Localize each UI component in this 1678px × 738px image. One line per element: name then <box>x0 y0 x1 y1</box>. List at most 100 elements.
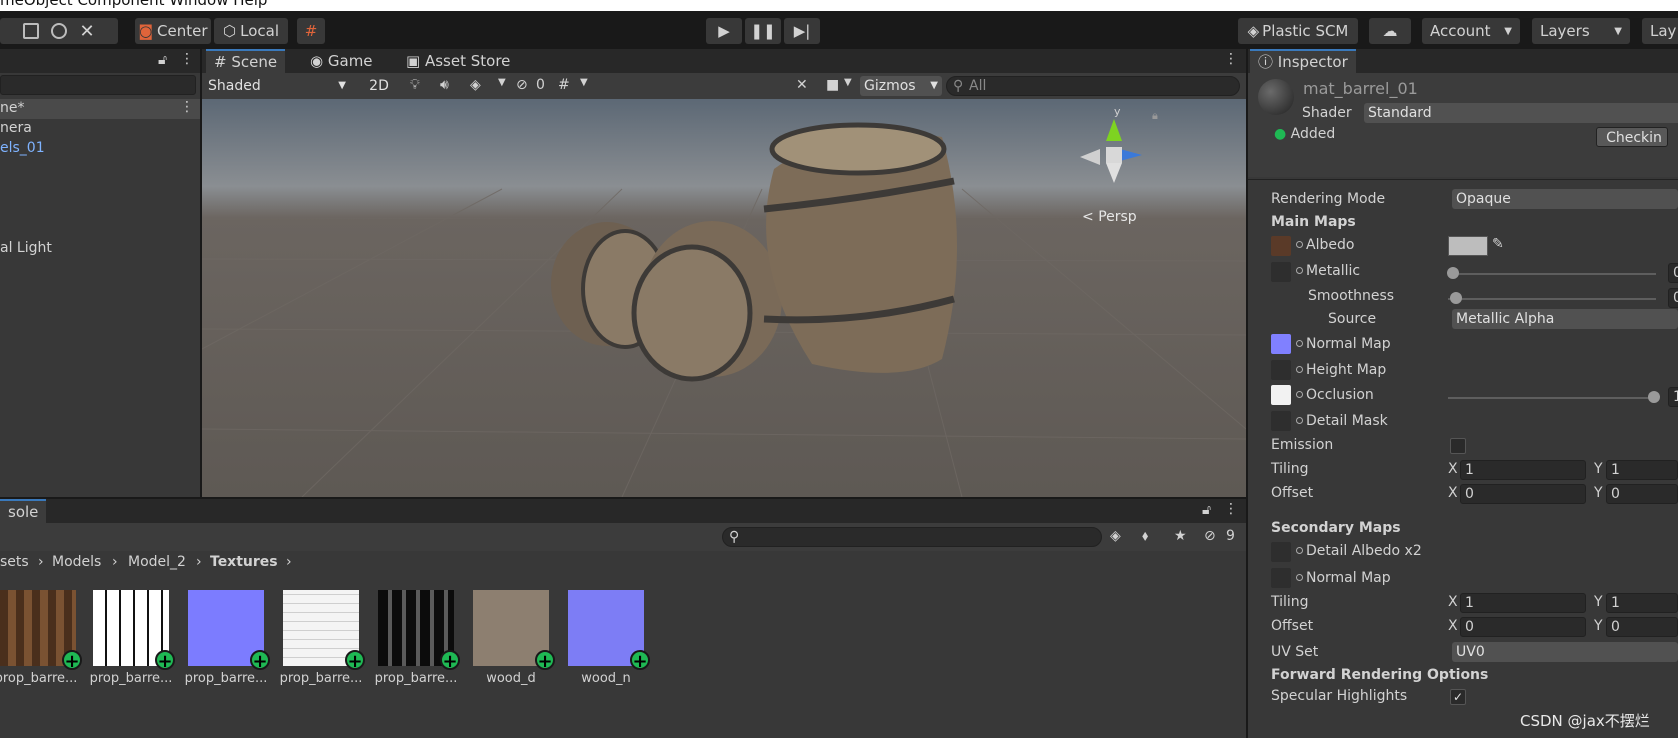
source-dropdown[interactable]: Metallic Alpha <box>1452 309 1678 329</box>
detail-albedo-slot[interactable] <box>1271 542 1291 562</box>
star-icon[interactable]: ★ <box>1174 528 1187 544</box>
chevron-down-icon[interactable]: ▼ <box>498 77 506 88</box>
more-icon[interactable]: ⋮ <box>180 51 194 67</box>
shader-dropdown[interactable]: Standard <box>1364 103 1678 123</box>
layers-dropdown[interactable]: Layers ▼ <box>1532 18 1630 44</box>
hierarchy-item[interactable]: els_01 <box>0 140 45 156</box>
projection-label[interactable]: < Persp <box>1082 209 1137 225</box>
scene-menu-icon[interactable]: ⋮ <box>180 99 194 115</box>
smoothness-slider[interactable] <box>1448 298 1656 300</box>
tab-inspector[interactable]: ⓘ Inspector <box>1250 49 1356 73</box>
specular-highlights-checkbox[interactable]: ✓ <box>1450 689 1466 705</box>
metallic-texture-slot[interactable] <box>1271 262 1291 282</box>
asset-thumbnail[interactable]: + <box>378 590 460 671</box>
chevron-down-icon[interactable]: ▼ <box>844 77 852 88</box>
tab-scene[interactable]: # Scene <box>206 49 286 73</box>
height-map-slot[interactable] <box>1271 360 1291 380</box>
chevron-down-icon[interactable]: ▼ <box>580 77 588 88</box>
pause-button[interactable]: ❚❚ <box>745 18 781 44</box>
occlusion-slot[interactable] <box>1271 385 1291 405</box>
breadcrumb-item[interactable]: Model_2 <box>128 554 186 570</box>
label-icon[interactable]: ⬧ <box>1142 528 1148 544</box>
custom-tool-icon[interactable]: ✕ <box>79 21 94 42</box>
eyedropper-icon[interactable]: ✎ <box>1492 236 1504 252</box>
main-offset-y[interactable]: 0 <box>1606 484 1678 504</box>
lock-icon[interactable]: 🔒︎ <box>1152 109 1158 123</box>
pivot-local-button[interactable]: ⬡ Local <box>214 18 288 44</box>
rendering-mode-dropdown[interactable]: Opaque <box>1452 189 1678 209</box>
more-icon[interactable]: ⋮ <box>1224 51 1238 67</box>
secondary-tiling-x[interactable]: 1 <box>1460 593 1586 613</box>
more-icon[interactable]: ⋮ <box>1224 501 1238 517</box>
normal-map-slot[interactable] <box>1271 334 1291 354</box>
shading-mode-dropdown[interactable]: Shaded ▼ <box>204 76 352 96</box>
emission-checkbox[interactable] <box>1450 438 1466 454</box>
cloud-button[interactable]: ☁ <box>1369 18 1411 44</box>
tab-console[interactable]: sole <box>0 499 47 523</box>
smoothness-slider-knob[interactable] <box>1450 292 1462 304</box>
asset-thumbnail[interactable]: + <box>283 590 365 671</box>
tools-icon[interactable]: ✕ <box>796 77 808 93</box>
grid-icon[interactable]: # <box>558 77 570 93</box>
asset-thumbnail[interactable]: + <box>568 590 650 671</box>
breadcrumb-current[interactable]: Textures <box>210 554 278 570</box>
filter-type-icon[interactable]: ◈ <box>1110 528 1121 544</box>
tab-game[interactable]: ◉ Game <box>302 49 381 73</box>
project-search-input[interactable]: ⚲ <box>722 527 1102 547</box>
tab-asset-store[interactable]: ▣ Asset Store <box>398 49 518 73</box>
asset-thumbnail[interactable]: + <box>93 590 175 671</box>
detail-mask-slot[interactable] <box>1271 411 1291 431</box>
hierarchy-item[interactable]: al Light <box>0 240 52 256</box>
metallic-slider-knob[interactable] <box>1447 267 1459 279</box>
transform-tool-icon[interactable] <box>51 23 68 39</box>
menu-bar-text[interactable]: meObject Component Window Help <box>0 0 267 9</box>
lock-icon[interactable]: 🔓︎ <box>1202 502 1211 518</box>
albedo-texture-slot[interactable] <box>1271 236 1291 256</box>
account-dropdown[interactable]: Account ▼ <box>1422 18 1520 44</box>
albedo-color-field[interactable] <box>1448 236 1488 256</box>
camera-icon[interactable]: ■ <box>826 77 839 93</box>
metallic-slider[interactable] <box>1448 273 1656 275</box>
main-offset-x[interactable]: 0 <box>1460 484 1586 504</box>
asset-thumbnail[interactable]: + <box>188 590 270 671</box>
main-tiling-y[interactable]: 1 <box>1606 460 1678 480</box>
asset-thumbnail[interactable]: + <box>473 590 555 671</box>
hierarchy-item[interactable]: nera <box>0 120 32 136</box>
effects-icon[interactable]: ◈ <box>470 77 481 93</box>
orientation-gizmo[interactable] <box>1080 119 1142 183</box>
chevron-left-icon: < <box>1082 209 1094 225</box>
lock-icon[interactable]: 🔓︎ <box>158 52 167 68</box>
layout-dropdown[interactable]: Lay <box>1642 18 1678 44</box>
secondary-normal-map-slot[interactable] <box>1271 568 1291 588</box>
occlusion-slider-knob[interactable] <box>1648 391 1660 403</box>
secondary-offset-y[interactable]: 0 <box>1606 617 1678 637</box>
step-button[interactable]: ▶| <box>784 18 820 44</box>
hierarchy-search-input[interactable] <box>0 75 196 95</box>
grid-snap-button[interactable]: # <box>297 18 325 44</box>
uv-set-dropdown[interactable]: UV0 <box>1452 642 1678 662</box>
asset-thumbnail[interactable]: + <box>0 590 82 671</box>
secondary-tiling-y[interactable]: 1 <box>1606 593 1678 613</box>
pivot-center-button[interactable]: ◙ Center <box>135 18 211 44</box>
scene-search-input[interactable]: ⚲ All <box>946 76 1240 96</box>
occlusion-slider[interactable] <box>1448 397 1656 399</box>
scene-header[interactable]: ne* ⋮ <box>0 99 200 119</box>
rect-tool-icon[interactable] <box>23 23 40 39</box>
lighting-icon[interactable]: 💡︎ <box>410 77 420 93</box>
breadcrumb-item[interactable]: sets <box>0 554 29 570</box>
breadcrumb-item[interactable]: Models <box>52 554 101 570</box>
play-button[interactable]: ▶ <box>706 18 742 44</box>
audio-icon[interactable]: 🔊︎ <box>440 77 449 93</box>
gizmos-dropdown[interactable]: Gizmos ▼ <box>860 76 942 96</box>
hidden-objects-icon[interactable]: ⊘ <box>516 77 528 93</box>
metallic-value[interactable]: 0 <box>1668 263 1678 283</box>
2d-toggle[interactable]: 2D <box>362 76 392 96</box>
smoothness-value[interactable]: 0 <box>1668 288 1678 308</box>
plastic-scm-button[interactable]: ◈ Plastic SCM <box>1238 18 1358 44</box>
main-tiling-x[interactable]: 1 <box>1460 460 1586 480</box>
secondary-offset-x[interactable]: 0 <box>1460 617 1586 637</box>
occlusion-value[interactable]: 1 <box>1668 387 1678 407</box>
scene-viewport[interactable]: y 🔒︎ < Persp <box>202 99 1246 497</box>
hidden-packages-icon[interactable]: ⊘ <box>1204 528 1216 544</box>
checkin-button[interactable]: Checkin <box>1596 127 1668 147</box>
